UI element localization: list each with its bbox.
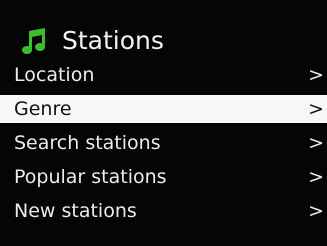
- chevron-right-icon: >: [308, 64, 324, 86]
- stations-menu: Location > Genre > Search stations > Pop…: [0, 61, 327, 231]
- music-note-icon: [22, 28, 45, 54]
- stations-screen: Stations Location > Genre > Search stati…: [0, 0, 327, 246]
- chevron-right-icon: >: [308, 200, 324, 222]
- chevron-right-icon: >: [308, 166, 324, 188]
- menu-item-label: Genre: [14, 98, 72, 120]
- menu-item-popular-stations[interactable]: Popular stations >: [0, 163, 327, 191]
- menu-item-label: Search stations: [14, 132, 161, 154]
- header: Stations: [0, 24, 327, 58]
- chevron-right-icon: >: [308, 132, 324, 154]
- menu-item-location[interactable]: Location >: [0, 61, 327, 89]
- menu-item-label: New stations: [14, 200, 137, 222]
- page-title: Stations: [62, 26, 164, 55]
- menu-item-genre[interactable]: Genre >: [0, 95, 327, 123]
- menu-item-label: Location: [14, 64, 95, 86]
- menu-item-label: Popular stations: [14, 166, 167, 188]
- chevron-right-icon: >: [308, 98, 324, 120]
- menu-item-new-stations[interactable]: New stations >: [0, 197, 327, 225]
- menu-item-search-stations[interactable]: Search stations >: [0, 129, 327, 157]
